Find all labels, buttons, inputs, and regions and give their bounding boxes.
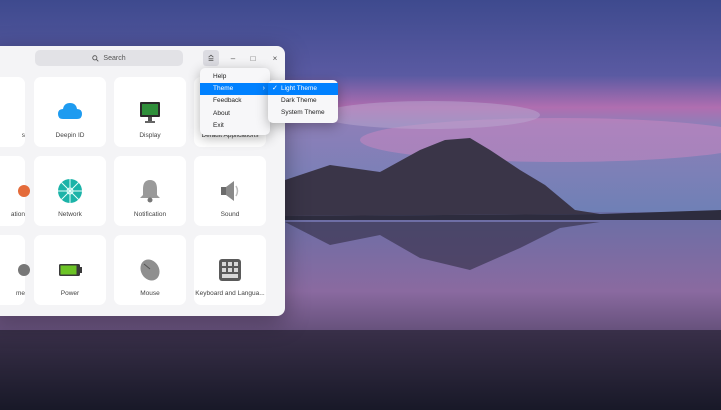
module-label: Mouse xyxy=(140,290,160,297)
module-accounts[interactable]: s xyxy=(0,77,25,147)
menu-item-exit[interactable]: Exit xyxy=(200,120,270,132)
speaker-icon xyxy=(221,181,239,201)
close-icon: × xyxy=(272,53,278,63)
menu-item-help[interactable]: Help xyxy=(200,71,270,83)
module-label: Network xyxy=(58,211,82,218)
display-icon xyxy=(140,102,160,123)
menu-item-label: Feedback xyxy=(213,97,242,105)
keyboard-icon xyxy=(219,259,241,281)
module-notification[interactable]: Notification xyxy=(114,156,186,226)
maximize-icon: □ xyxy=(250,53,256,63)
cloud-icon xyxy=(58,103,82,119)
module-label: ation xyxy=(10,211,25,218)
menu-item-label: System Theme xyxy=(281,109,325,117)
module-label: s xyxy=(21,132,25,139)
mouse-icon xyxy=(140,259,160,281)
module-label: Display xyxy=(139,132,161,139)
menu-item-label: Dark Theme xyxy=(281,97,317,105)
maximize-button[interactable]: □ xyxy=(245,50,261,66)
submenu-arrow-icon: › xyxy=(262,85,265,93)
module-power[interactable]: Power xyxy=(34,235,106,305)
menu-item-dark-theme[interactable]: Dark Theme xyxy=(268,95,338,107)
close-button[interactable]: × xyxy=(267,50,283,66)
menu-item-theme[interactable]: Theme › xyxy=(200,83,270,96)
menu-item-label: Theme xyxy=(213,85,234,93)
menu-item-label: Help xyxy=(213,73,227,80)
bell-icon xyxy=(140,180,160,203)
menu-item-label: Light Theme xyxy=(281,85,318,92)
menu-item-feedback[interactable]: Feedback xyxy=(200,95,270,107)
minimize-button[interactable]: – xyxy=(225,50,241,66)
titlebar: Search – □ × xyxy=(0,46,285,70)
network-icon xyxy=(58,179,82,203)
main-menu: Help Theme › Feedback About Exit xyxy=(200,68,270,135)
menu-icon xyxy=(208,54,214,61)
module-label: Notification xyxy=(133,211,167,218)
search-box[interactable]: Search xyxy=(35,50,183,66)
module-label: Keyboard and Langua... xyxy=(195,290,265,297)
module-display[interactable]: Display xyxy=(114,77,186,147)
theme-submenu: ✓ Light Theme Dark Theme System Theme xyxy=(268,80,338,123)
menu-item-about[interactable]: About xyxy=(200,108,270,120)
menu-item-label: Exit xyxy=(213,121,224,129)
minimize-icon: – xyxy=(230,53,236,63)
module-network[interactable]: Network xyxy=(34,156,106,226)
module-deepin-id[interactable]: Deepin ID xyxy=(34,77,106,147)
battery-icon xyxy=(59,264,82,276)
search-icon xyxy=(92,54,100,62)
module-keyboard[interactable]: Keyboard and Langua... xyxy=(194,235,266,305)
module-label: Sound xyxy=(220,211,240,218)
module-location[interactable]: ation xyxy=(0,156,30,226)
module-mouse[interactable]: Mouse xyxy=(114,235,186,305)
module-label: Deepin ID xyxy=(55,132,85,139)
menu-button[interactable] xyxy=(203,50,219,66)
menu-item-label: About xyxy=(213,109,230,117)
menu-item-light-theme[interactable]: ✓ Light Theme xyxy=(268,83,338,96)
menu-item-system-theme[interactable]: System Theme xyxy=(268,107,338,119)
module-sound[interactable]: Sound xyxy=(194,156,266,226)
module-datetime[interactable]: me xyxy=(0,235,30,305)
module-label: Power xyxy=(60,290,80,297)
check-icon: ✓ xyxy=(272,85,278,92)
search-placeholder: Search xyxy=(103,54,126,62)
module-label: me xyxy=(15,290,25,297)
